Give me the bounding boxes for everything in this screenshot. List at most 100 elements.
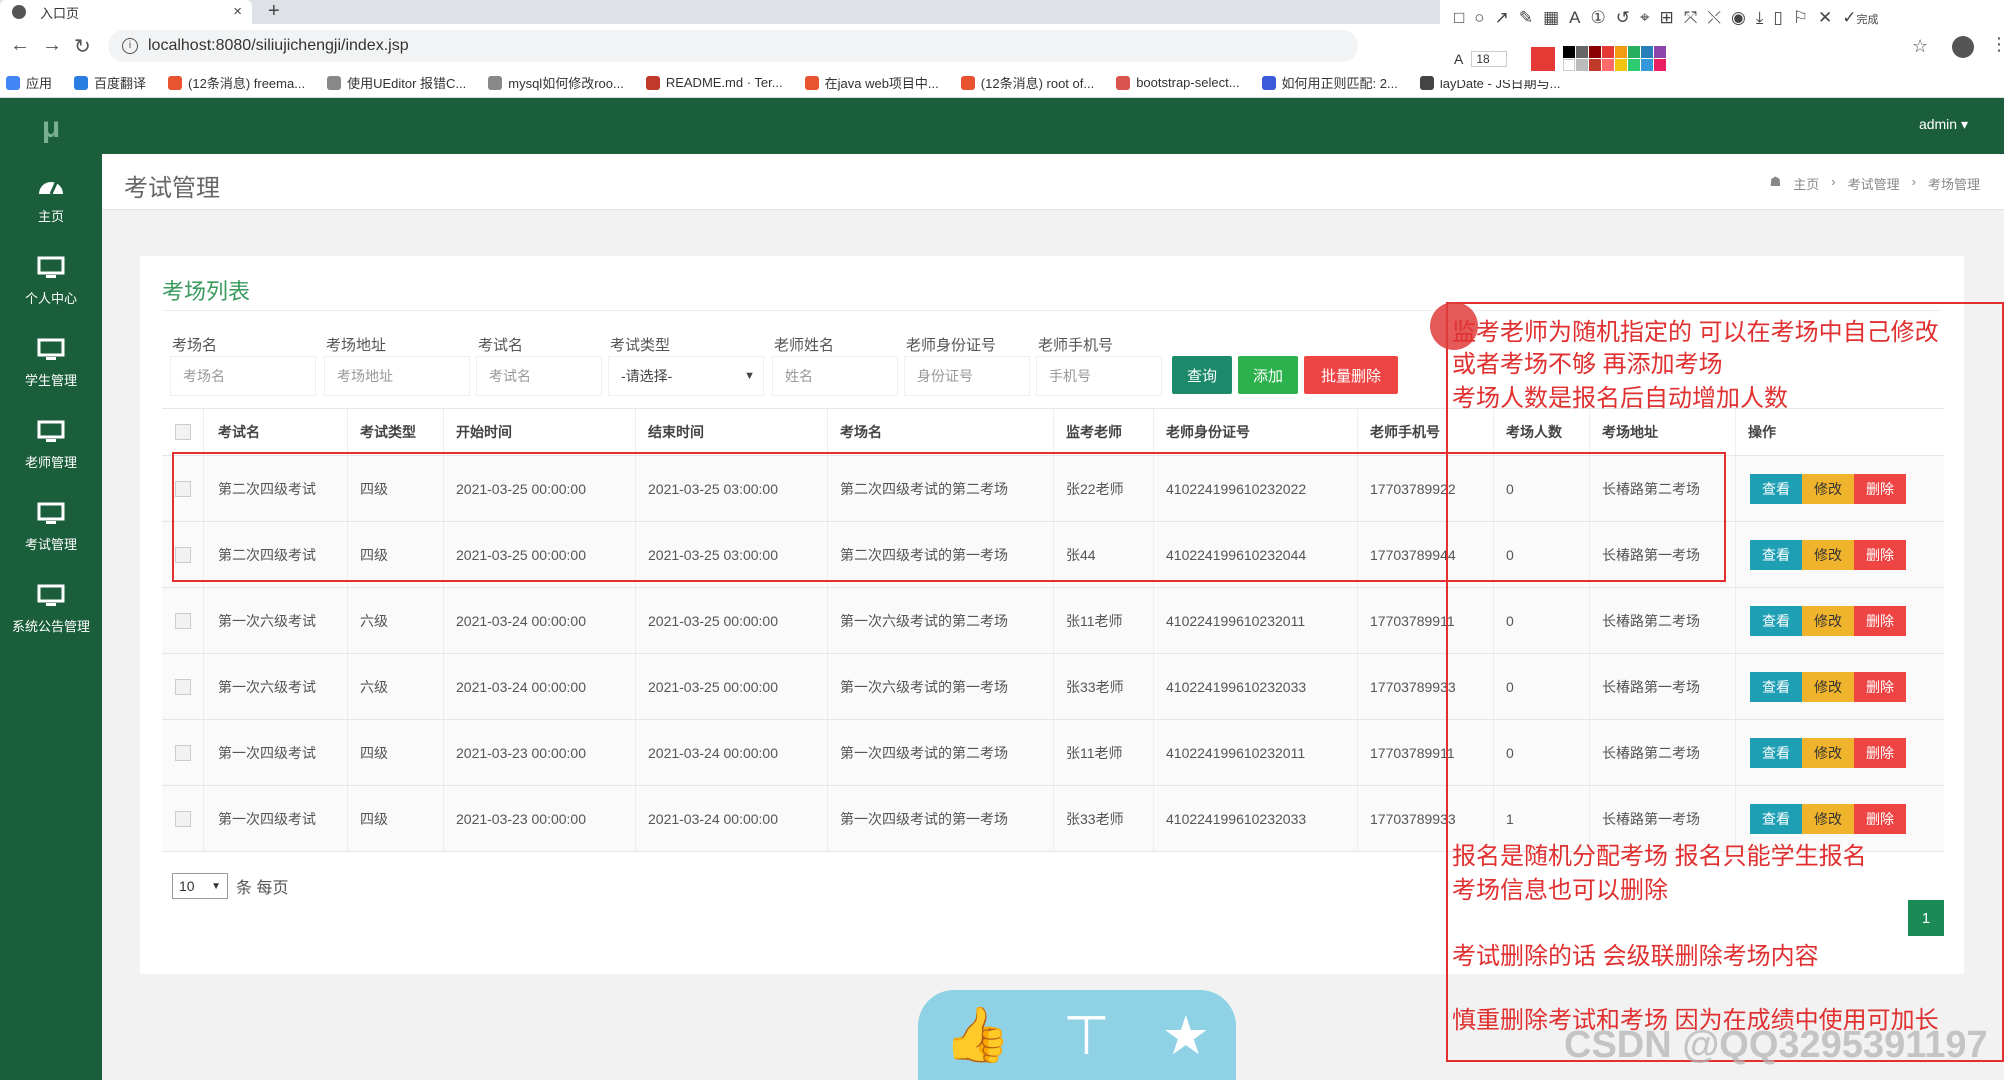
current-color-swatch[interactable] bbox=[1530, 46, 1555, 71]
copy-icon[interactable]: ▯ bbox=[1773, 8, 1782, 28]
sidebar-item-label: 系统公告管理 bbox=[11, 618, 90, 634]
bookmark-item[interactable]: (12条消息) root of... bbox=[960, 73, 1094, 92]
teacher-phone-input[interactable]: 手机号 bbox=[1036, 356, 1162, 396]
globe-icon bbox=[12, 5, 26, 19]
address-bar[interactable]: i localhost:8080/siliujichengji/index.js… bbox=[108, 30, 1358, 62]
browser-tab[interactable]: 入口页 × bbox=[0, 0, 252, 24]
bookmark-item[interactable]: 如何用正则匹配: 2... bbox=[1261, 73, 1398, 92]
page-icon bbox=[488, 75, 503, 90]
mosaic-tool-icon[interactable]: ▦ bbox=[1543, 8, 1559, 28]
select-all-checkbox[interactable] bbox=[162, 409, 204, 455]
arrow-tool-icon[interactable]: ↗ bbox=[1495, 8, 1509, 28]
bookmark-item[interactable]: 使用UEditor 报错C... bbox=[327, 73, 466, 92]
star-icon[interactable]: ★ bbox=[1162, 1004, 1210, 1067]
bookmark-item[interactable]: 在java web项目中... bbox=[804, 73, 939, 92]
sidebar-item-announcements[interactable]: 系统公告管理 bbox=[0, 568, 102, 650]
color-palette[interactable] bbox=[1562, 46, 1666, 71]
table-cell: 2021-03-25 00:00:00 bbox=[636, 654, 828, 719]
sidebar-item-students[interactable]: 学生管理 bbox=[0, 322, 102, 404]
bookmark-item[interactable]: mysql如何修改roo... bbox=[488, 73, 624, 92]
bookmark-item[interactable]: 百度翻译 bbox=[74, 73, 146, 92]
annotation-text: 报名是随机分配考场 报名只能学生报名 bbox=[1452, 843, 1867, 870]
bookmark-item[interactable]: bootstrap-select... bbox=[1116, 75, 1240, 90]
text-tool-icon[interactable]: A bbox=[1569, 8, 1580, 28]
rectangle-tool-icon[interactable]: □ bbox=[1454, 8, 1464, 28]
new-tab-icon[interactable]: + bbox=[268, 0, 280, 23]
breadcrumb-exams[interactable]: 考试管理 bbox=[1848, 174, 1900, 193]
bookmark-icon[interactable]: ⚐ bbox=[1793, 8, 1808, 28]
sidebar-item-label: 个人中心 bbox=[24, 290, 77, 306]
table-cell: 第一次四级考试的第一考场 bbox=[828, 786, 1054, 851]
number-tool-icon[interactable]: ① bbox=[1590, 8, 1605, 28]
annotation-text: 考试删除的话 会级联删除考场内容 bbox=[1452, 943, 1819, 970]
user-menu[interactable]: admin ▾ bbox=[1919, 116, 1968, 133]
tread-icon[interactable]: ⊤ bbox=[1063, 1004, 1110, 1067]
table-cell: 2021-03-24 00:00:00 bbox=[444, 588, 636, 653]
reload-icon[interactable]: ↻ bbox=[74, 34, 91, 59]
row-checkbox[interactable] bbox=[162, 654, 204, 719]
table-cell: 张33老师 bbox=[1054, 654, 1154, 719]
table-cell: 四级 bbox=[348, 720, 444, 785]
exam-type-select[interactable]: -请选择- ▼ bbox=[608, 356, 764, 396]
sidebar-item-profile[interactable]: 个人中心 bbox=[0, 240, 102, 322]
translate-icon[interactable]: ⤧ bbox=[1684, 8, 1698, 28]
record-icon[interactable]: ◉ bbox=[1731, 8, 1746, 28]
screenshot-toolbar: □ ○ ↗ ✎ ▦ A ① ↺ ⌖ ⊞ ⤧ ⤬ ◉ ⤓ ▯ ⚐ ✕ ✓完成 A … bbox=[1440, 0, 2004, 80]
search-button[interactable]: 查询 bbox=[1172, 356, 1232, 394]
card-title: 考场列表 bbox=[162, 279, 251, 304]
table-cell: 第一次六级考试的第二考场 bbox=[828, 588, 1054, 653]
undo-icon[interactable]: ↺ bbox=[1616, 8, 1630, 28]
thumbs-up-icon[interactable]: 👍 bbox=[944, 1004, 1011, 1067]
cancel-icon[interactable]: ✕ bbox=[1818, 8, 1832, 28]
csdn-icon bbox=[960, 75, 975, 90]
teacher-id-input[interactable]: 身份证号 bbox=[904, 356, 1030, 396]
back-icon[interactable]: ← bbox=[10, 34, 30, 57]
table-cell: 第一次六级考试的第一考场 bbox=[828, 654, 1054, 719]
breadcrumb-rooms: 考场管理 bbox=[1927, 177, 1980, 192]
avatar[interactable] bbox=[1952, 36, 1974, 58]
exam-name-input[interactable]: 考试名 bbox=[476, 356, 602, 396]
add-button[interactable]: 添加 bbox=[1238, 356, 1298, 394]
pen-tool-icon[interactable]: ✎ bbox=[1519, 8, 1533, 28]
info-icon[interactable]: i bbox=[122, 38, 138, 54]
star-icon[interactable]: ☆ bbox=[1912, 36, 1928, 57]
bookmark-item[interactable]: README.md · Ter... bbox=[645, 75, 783, 90]
circle-tool-icon[interactable]: ○ bbox=[1474, 8, 1484, 28]
font-size-select[interactable]: 18 bbox=[1471, 50, 1507, 67]
table-cell: 张33老师 bbox=[1054, 786, 1154, 851]
gitee-icon bbox=[645, 75, 660, 90]
close-icon[interactable]: × bbox=[233, 3, 242, 20]
download-icon[interactable]: ⤓ bbox=[1756, 8, 1764, 28]
column-header: 结束时间 bbox=[636, 409, 828, 455]
table-cell: 第一次四级考试 bbox=[204, 720, 348, 785]
page-size-suffix: 条 每页 bbox=[236, 880, 289, 897]
sidebar-item-home[interactable]: 主页 bbox=[0, 158, 102, 240]
page-size-select[interactable]: 10 ▼ bbox=[172, 873, 228, 899]
table-cell: 2021-03-24 00:00:00 bbox=[636, 786, 828, 851]
batch-delete-button[interactable]: 批量删除 bbox=[1304, 356, 1398, 394]
scroll-capture-icon[interactable]: ⤬ bbox=[1707, 8, 1721, 28]
bookmark-item[interactable]: (12条消息) freema... bbox=[168, 73, 305, 92]
pin-icon[interactable]: ⌖ bbox=[1640, 8, 1650, 28]
row-checkbox[interactable] bbox=[162, 588, 204, 653]
room-name-input[interactable]: 考场名 bbox=[170, 356, 316, 396]
logo: μ bbox=[41, 111, 61, 144]
breadcrumb-separator: › bbox=[1911, 174, 1916, 189]
ocr-icon[interactable]: ⊞ bbox=[1660, 8, 1674, 28]
row-checkbox[interactable] bbox=[162, 786, 204, 851]
sidebar-item-label: 学生管理 bbox=[24, 372, 77, 388]
forward-icon[interactable]: → bbox=[42, 34, 62, 57]
filter-label: 老师姓名 bbox=[774, 337, 835, 354]
room-address-input[interactable]: 考场地址 bbox=[324, 356, 470, 396]
bookmark-apps[interactable]: 应用 bbox=[6, 73, 52, 92]
row-checkbox[interactable] bbox=[162, 720, 204, 785]
teacher-name-input[interactable]: 姓名 bbox=[772, 356, 898, 396]
filter-label: 考试名 bbox=[478, 337, 524, 354]
sidebar-item-teachers[interactable]: 老师管理 bbox=[0, 404, 102, 486]
sidebar-item-exams[interactable]: 考试管理 bbox=[0, 486, 102, 568]
done-button[interactable]: ✓完成 bbox=[1842, 8, 1878, 28]
csdn-icon bbox=[168, 75, 183, 90]
more-icon[interactable]: ⋮ bbox=[1990, 34, 2004, 55]
breadcrumb-home[interactable]: 主页 bbox=[1793, 174, 1819, 193]
monitor-icon bbox=[37, 420, 65, 442]
